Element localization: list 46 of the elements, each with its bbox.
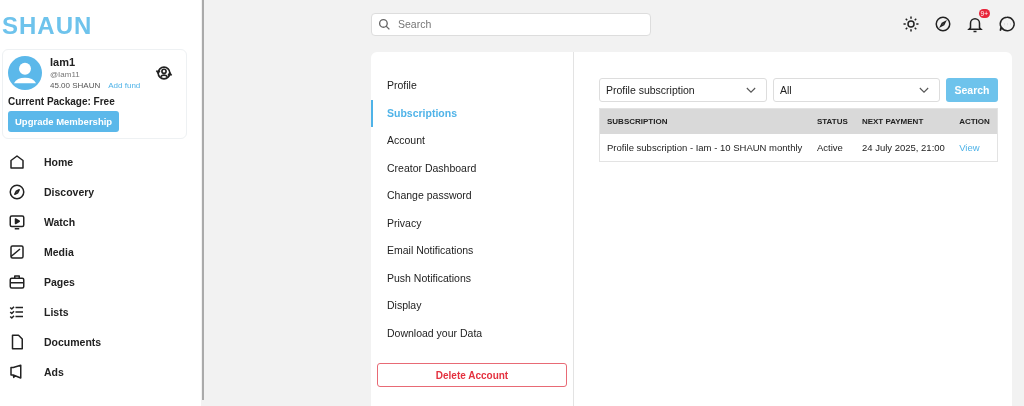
settings-menu-item[interactable]: Display (371, 292, 573, 320)
search-field[interactable]: Search (371, 12, 651, 36)
column-header: ACTION (952, 108, 998, 134)
nav-item[interactable]: Watch (44, 216, 76, 228)
nav-item[interactable]: Pages (44, 276, 75, 288)
image-icon (8, 243, 26, 261)
user-name: Iam1 (50, 56, 77, 68)
delete-account-button[interactable]: Delete Account (377, 363, 567, 387)
chat-icon[interactable] (998, 15, 1016, 33)
bell-icon[interactable] (966, 15, 984, 33)
sun-icon[interactable] (902, 15, 920, 33)
nav-item[interactable]: Media (44, 246, 74, 258)
chevron-down-icon (919, 86, 929, 94)
home-icon (8, 153, 26, 171)
settings-menu-item[interactable]: Email Notifications (371, 237, 573, 265)
chevron-down-icon (746, 86, 756, 94)
column-header: SUBSCRIPTION (599, 108, 810, 134)
table-cell: Profile subscription - Iam - 10 SHAUN monthly (599, 134, 810, 162)
nav-item[interactable]: Home (44, 156, 74, 168)
nav-item[interactable]: Discovery (44, 186, 95, 198)
watch-icon (8, 213, 26, 231)
compass-icon[interactable] (934, 15, 952, 33)
settings-menu-item[interactable]: Creator Dashboard (371, 154, 573, 182)
settings-menu-item[interactable]: Change password (371, 182, 573, 210)
switch-account-icon[interactable] (154, 63, 174, 83)
type-dropdown[interactable]: Profile subscription (599, 78, 767, 102)
settings-menu-item[interactable]: Account (371, 127, 573, 155)
compass-icon (8, 183, 26, 201)
balance: 45.00 SHAUN (50, 81, 101, 90)
settings-menu-item[interactable]: Profile (371, 72, 573, 100)
settings-menu-item[interactable]: Download your Data (371, 319, 573, 347)
settings-menu-item[interactable]: Privacy (371, 209, 573, 237)
table-cell: Active (810, 134, 855, 162)
nav-item[interactable]: Lists (44, 306, 69, 318)
user-handle: @Iam11 (50, 70, 81, 79)
column-header: NEXT PAYMENT (854, 108, 953, 134)
scrollbar[interactable] (202, 0, 204, 400)
settings-menu-item[interactable]: Push Notifications (371, 264, 573, 292)
nav-item[interactable]: Documents (44, 336, 102, 348)
briefcase-icon (8, 273, 26, 291)
status-dropdown[interactable]: All (773, 78, 940, 102)
nav-item[interactable]: Ads (44, 366, 64, 378)
column-header: STATUS (810, 108, 855, 134)
current-package: Current Package: Free (8, 96, 116, 107)
table-cell: 24 July 2025, 21:00 (854, 134, 953, 162)
list-icon (8, 303, 26, 321)
